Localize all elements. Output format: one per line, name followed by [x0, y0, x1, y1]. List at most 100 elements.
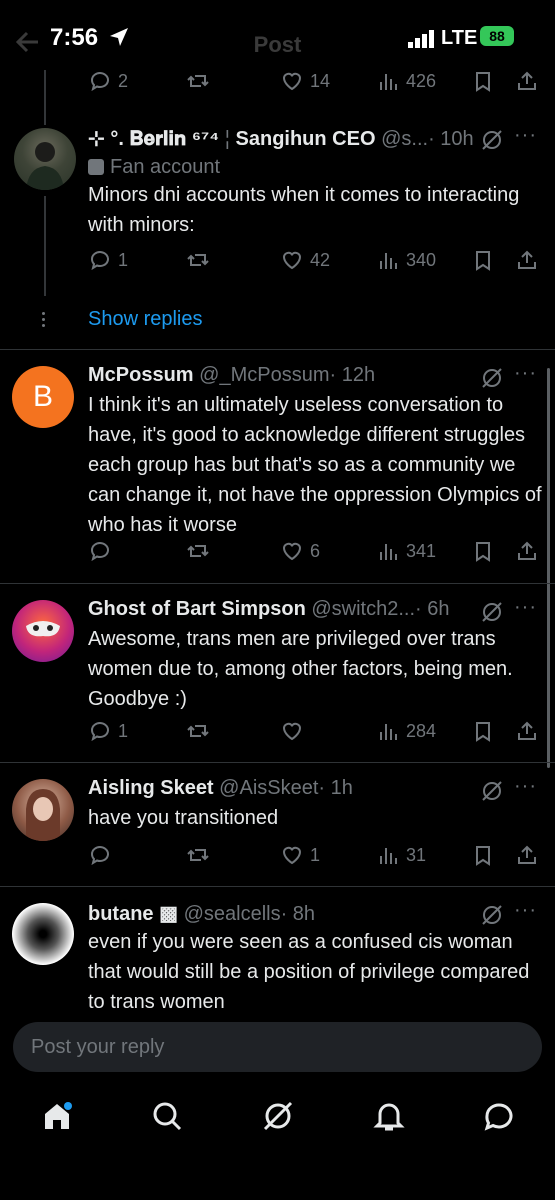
handle[interactable]: @_McPossum — [199, 364, 329, 386]
tab-messages[interactable] — [482, 1099, 516, 1138]
tweet-header: ⊹ °. 𝐁𝐞𝐫𝐥𝐢𝐧 ⁶⁷⁴ ¦ Sangihun CEO @s...· 10… — [88, 126, 474, 151]
views-icon — [380, 74, 397, 90]
share-button[interactable] — [516, 716, 538, 746]
like-button[interactable]: 14 — [280, 66, 330, 96]
grok-icon[interactable] — [480, 366, 504, 390]
grok-icon[interactable] — [480, 128, 504, 152]
views-button[interactable]: 341 — [378, 536, 436, 566]
network-type: LTE — [441, 27, 478, 49]
bookmark-button[interactable] — [472, 66, 494, 96]
heart-icon — [282, 251, 302, 270]
bookmark-button[interactable] — [472, 245, 494, 275]
reply-icon — [91, 72, 109, 92]
more-options-button[interactable]: ··· — [514, 899, 537, 922]
retweet-button[interactable] — [186, 66, 210, 96]
reply-count: 2 — [118, 70, 129, 91]
retweet-button[interactable] — [186, 536, 210, 566]
display-name[interactable]: ⊹ °. 𝐁𝐞𝐫𝐥𝐢𝐧 ⁶⁷⁴ — [88, 128, 219, 150]
reply-count: 1 — [118, 249, 129, 270]
reply-input[interactable]: Post your reply — [13, 1022, 542, 1072]
tweet[interactable]: butane ▩ @sealcells· 8h ··· even if you … — [0, 887, 555, 1012]
display-name[interactable]: Aisling Skeet — [88, 777, 214, 799]
thread-line — [44, 70, 46, 125]
handle[interactable]: @sealcells — [184, 903, 281, 925]
share-button[interactable] — [516, 536, 538, 566]
like-button[interactable] — [280, 716, 310, 746]
share-button[interactable] — [516, 840, 538, 870]
more-options-button[interactable]: ··· — [514, 124, 537, 147]
tab-search[interactable] — [150, 1099, 184, 1138]
grok-icon[interactable] — [480, 903, 504, 927]
bookmark-icon — [476, 251, 490, 271]
view-count: 426 — [406, 70, 437, 91]
bookmark-icon — [476, 722, 490, 742]
more-options-button[interactable]: ··· — [514, 362, 537, 385]
more-options-button[interactable]: ··· — [514, 596, 537, 619]
avatar[interactable] — [12, 779, 74, 841]
tweet-text: even if you were seen as a confused cis … — [88, 931, 530, 1012]
handle[interactable]: @s... — [381, 128, 428, 150]
retweet-button[interactable] — [186, 840, 210, 870]
avatar[interactable] — [12, 903, 74, 965]
retweet-button[interactable] — [186, 716, 210, 746]
name-suffix[interactable]: Sangihun CEO — [236, 128, 376, 150]
handle[interactable]: @switch2... — [311, 598, 415, 620]
grok-icon[interactable] — [480, 779, 504, 803]
heart-icon — [282, 846, 302, 865]
views-button[interactable]: 426 — [378, 66, 436, 96]
tweet-actions: 6 341 — [88, 536, 538, 566]
like-button[interactable]: 6 — [280, 536, 320, 566]
bookmark-button[interactable] — [472, 716, 494, 746]
tweet-actions: 1 31 — [88, 840, 538, 870]
views-icon — [380, 544, 397, 560]
view-count: 340 — [406, 249, 437, 270]
views-button[interactable]: 340 — [378, 245, 436, 275]
timestamp: · 6h — [415, 598, 450, 620]
avatar[interactable] — [14, 128, 76, 190]
tweet-text: Minors dni accounts when it comes to int… — [88, 184, 520, 236]
share-button[interactable] — [516, 66, 538, 96]
grok-icon[interactable] — [480, 600, 504, 624]
reply-button[interactable] — [88, 840, 118, 870]
view-count: 284 — [406, 720, 437, 741]
tab-grok[interactable] — [261, 1099, 295, 1138]
reply-icon — [91, 722, 109, 742]
views-button[interactable]: 284 — [378, 716, 436, 746]
message-icon — [484, 1103, 513, 1131]
like-count: 14 — [310, 70, 331, 91]
display-name[interactable]: butane ▩ — [88, 903, 178, 925]
grok-icon — [263, 1101, 293, 1131]
timestamp: · 10h — [428, 128, 474, 150]
status-bar: 7:56 Post LTE 88 — [0, 0, 555, 74]
retweet-button[interactable] — [186, 245, 210, 275]
tweet-header: Ghost of Bart Simpson @switch2...· 6h — [88, 598, 450, 621]
timestamp: · 8h — [280, 903, 316, 925]
reply-button[interactable]: 1 — [88, 245, 128, 275]
bookmark-icon — [476, 72, 490, 92]
retweet-icon — [187, 254, 209, 266]
reply-button[interactable]: 1 — [88, 716, 128, 746]
avatar[interactable] — [12, 600, 74, 662]
like-button[interactable]: 42 — [280, 245, 330, 275]
share-button[interactable] — [516, 245, 538, 275]
tab-home[interactable] — [40, 1099, 74, 1138]
bookmark-button[interactable] — [472, 536, 494, 566]
bookmark-button[interactable] — [472, 840, 494, 870]
fan-account-label: Fan account — [88, 156, 220, 179]
show-replies-link[interactable]: Show replies — [88, 308, 203, 331]
views-button[interactable]: 31 — [378, 840, 426, 870]
tab-notifications[interactable] — [372, 1099, 406, 1138]
more-options-button[interactable]: ··· — [514, 775, 537, 798]
like-button[interactable]: 1 — [280, 840, 320, 870]
reply-button[interactable]: 2 — [88, 66, 128, 96]
tweet-text: Awesome, trans men are privileged over t… — [88, 628, 513, 710]
reply-button[interactable] — [88, 536, 118, 566]
handle[interactable]: @AisSkeet — [219, 777, 318, 799]
display-name[interactable]: Ghost of Bart Simpson — [88, 598, 306, 620]
avatar[interactable]: B — [12, 366, 74, 428]
avatar-photo — [26, 142, 64, 190]
tweet-actions: 1 284 — [88, 716, 538, 746]
tab-bar — [0, 1085, 555, 1200]
views-icon — [380, 848, 397, 864]
display-name[interactable]: McPossum — [88, 364, 194, 386]
